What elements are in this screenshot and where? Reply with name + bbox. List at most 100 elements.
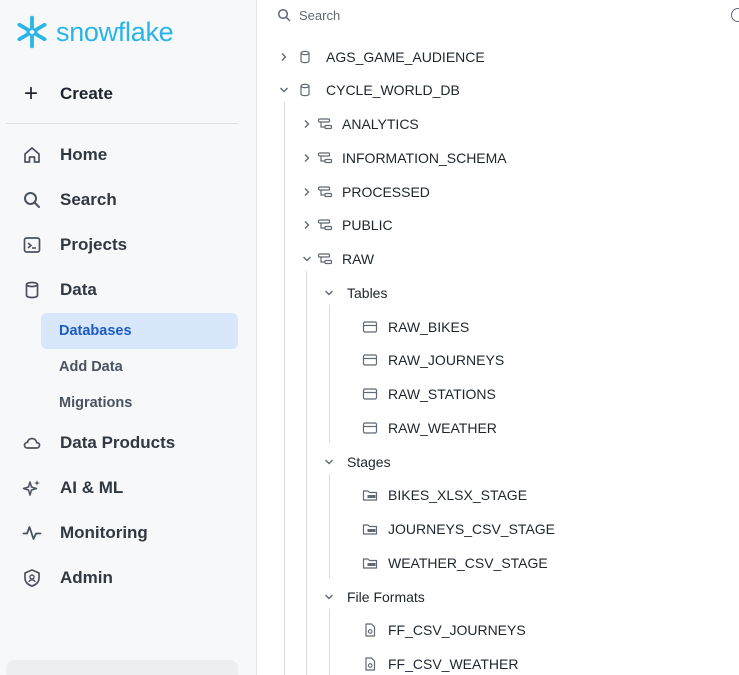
chevron-down-icon[interactable] — [302, 254, 312, 264]
search-input[interactable]: Search — [299, 8, 340, 23]
tree-schema[interactable]: PROCESSED — [302, 181, 430, 203]
schema-icon — [317, 186, 333, 198]
table-icon — [362, 388, 378, 400]
refresh-icon[interactable] — [731, 8, 739, 22]
chevron-down-icon[interactable] — [279, 85, 289, 95]
plus-icon: + — [23, 80, 38, 107]
tree-schema[interactable]: ANALYTICS — [302, 113, 419, 135]
group-label: Stages — [347, 454, 391, 470]
stage-name: WEATHER_CSV_STAGE — [388, 555, 548, 571]
tree-table[interactable]: RAW_BIKES — [362, 316, 469, 338]
tree-table[interactable]: RAW_WEATHER — [362, 417, 497, 439]
shield-icon — [24, 569, 40, 587]
tree-database[interactable]: AGS_GAME_AUDIENCE — [279, 46, 485, 68]
tree-schema[interactable]: RAW — [302, 248, 374, 270]
schema-name: RAW — [342, 251, 375, 267]
schema-name: PUBLIC — [342, 217, 393, 233]
stage-name: BIKES_XLSX_STAGE — [388, 487, 528, 503]
nav-databases[interactable]: Databases — [41, 313, 238, 349]
table-name: RAW_BIKES — [388, 319, 470, 335]
file-format-icon — [365, 657, 376, 671]
nav-ai-ml[interactable]: AI & ML — [22, 476, 123, 500]
database-name: AGS_GAME_AUDIENCE — [326, 49, 485, 65]
create-button[interactable]: + Create — [22, 80, 113, 107]
tree-stage[interactable]: JOURNEYS_CSV_STAGE — [362, 518, 555, 540]
search-icon — [277, 8, 291, 22]
nav-search[interactable]: Search — [22, 188, 117, 212]
nav-projects[interactable]: Projects — [22, 233, 127, 257]
nav-data-products-label: Data Products — [60, 433, 176, 452]
tree-guide-tables — [329, 305, 330, 443]
home-icon — [24, 147, 40, 163]
nav-admin[interactable]: Admin — [22, 566, 113, 590]
stage-folder-icon — [362, 524, 378, 535]
tree-guide-db — [284, 102, 285, 675]
nav-projects-label: Projects — [60, 235, 128, 254]
object-search[interactable]: Search — [277, 5, 340, 25]
tree-guide-raw — [306, 271, 307, 675]
nav-home-label: Home — [60, 145, 108, 164]
nav-data-products[interactable]: Data Products — [22, 431, 175, 455]
schema-icon — [317, 219, 333, 231]
nav-home[interactable]: Home — [22, 143, 107, 167]
tree-table[interactable]: RAW_STATIONS — [362, 383, 496, 405]
activity-icon — [22, 526, 42, 540]
tree-table[interactable]: RAW_JOURNEYS — [362, 349, 504, 371]
table-name: RAW_JOURNEYS — [388, 352, 505, 368]
database-icon — [300, 83, 310, 97]
chevron-right-icon[interactable] — [302, 119, 312, 129]
nav-monitoring[interactable]: Monitoring — [22, 521, 148, 545]
tree-group-tables[interactable]: Tables — [324, 282, 387, 304]
tree-stage[interactable]: BIKES_XLSX_STAGE — [362, 484, 527, 506]
schema-name: ANALYTICS — [342, 116, 419, 132]
file-format-name: FF_CSV_JOURNEYS — [388, 622, 526, 638]
nav-migrations[interactable]: Migrations — [41, 385, 238, 421]
schema-icon — [317, 152, 333, 164]
chevron-right-icon[interactable] — [279, 52, 289, 62]
brand-name: snowflake — [56, 16, 174, 47]
tree-schema[interactable]: INFORMATION_SCHEMA — [302, 147, 507, 169]
nav-add-data[interactable]: Add Data — [41, 349, 238, 385]
table-icon — [362, 321, 378, 333]
schema-icon — [317, 253, 333, 265]
snowflake-logo[interactable]: snowflake — [14, 14, 174, 50]
tree-guide-stages — [329, 474, 330, 578]
cloud-icon — [23, 437, 41, 449]
search-icon — [24, 192, 40, 208]
nav-data[interactable]: Data — [22, 278, 97, 302]
schema-name: INFORMATION_SCHEMA — [342, 150, 507, 166]
sidebar-user-panel[interactable] — [6, 660, 238, 675]
tree-group-stages[interactable]: Stages — [324, 451, 391, 473]
sidebar: snowflake + Create Home Search Projects … — [0, 0, 257, 675]
stage-folder-icon — [362, 558, 378, 569]
group-label: Tables — [347, 285, 388, 301]
chevron-right-icon[interactable] — [302, 220, 312, 230]
tree-group-file-formats[interactable]: File Formats — [324, 586, 425, 608]
database-icon — [300, 50, 310, 64]
chevron-right-icon[interactable] — [302, 153, 312, 163]
table-icon — [362, 354, 378, 366]
chevron-right-icon[interactable] — [302, 187, 312, 197]
tree-guide-file-formats — [329, 609, 330, 675]
stage-name: JOURNEYS_CSV_STAGE — [388, 521, 556, 537]
chevron-down-icon[interactable] — [324, 288, 334, 298]
nav-ai-ml-label: AI & ML — [60, 478, 124, 497]
database-name: CYCLE_WORLD_DB — [326, 82, 460, 98]
tree-stage[interactable]: WEATHER_CSV_STAGE — [362, 552, 548, 574]
group-label: File Formats — [347, 589, 425, 605]
tree-file-format[interactable]: FF_CSV_WEATHER — [362, 653, 518, 675]
file-format-icon — [365, 623, 376, 637]
tree-database[interactable]: CYCLE_WORLD_DB — [279, 79, 460, 101]
nav-monitoring-label: Monitoring — [60, 523, 148, 542]
nav-admin-label: Admin — [60, 568, 113, 587]
table-icon — [362, 422, 378, 434]
tree-schema[interactable]: PUBLIC — [302, 214, 393, 236]
sidebar-divider — [6, 123, 238, 124]
chevron-down-icon[interactable] — [324, 457, 334, 467]
tree-file-format[interactable]: FF_CSV_JOURNEYS — [362, 619, 526, 641]
table-name: RAW_STATIONS — [388, 386, 496, 402]
chevron-down-icon[interactable] — [324, 592, 334, 602]
database-icon — [25, 281, 39, 299]
sparkle-icon — [22, 480, 40, 496]
nav-data-label: Data — [60, 280, 97, 299]
